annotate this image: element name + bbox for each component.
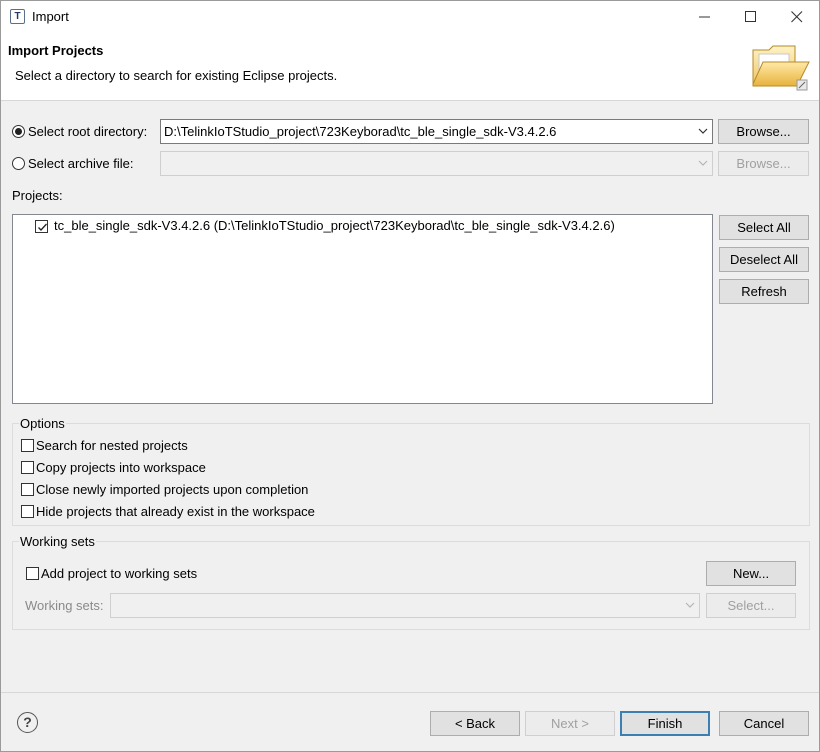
- copy-projects-label: Copy projects into workspace: [36, 460, 206, 475]
- select-working-sets-button[interactable]: Select...: [706, 593, 796, 618]
- footer-divider: [1, 692, 819, 693]
- browse-directory-button[interactable]: Browse...: [718, 119, 809, 144]
- working-sets-title: Working sets: [19, 534, 96, 549]
- archive-file-combo[interactable]: [160, 151, 713, 176]
- select-all-button[interactable]: Select All: [719, 215, 809, 240]
- project-checkbox[interactable]: [35, 220, 48, 233]
- minimize-icon: [699, 16, 710, 18]
- hide-existing-checkbox[interactable]: [21, 505, 34, 518]
- import-dialog: T Import Import Projects Select a direct…: [0, 0, 820, 752]
- new-working-set-button[interactable]: New...: [706, 561, 796, 586]
- project-item-label: tc_ble_single_sdk-V3.4.2.6 (D:\TelinkIoT…: [54, 218, 615, 233]
- window-title: Import: [32, 9, 69, 24]
- projects-list[interactable]: tc_ble_single_sdk-V3.4.2.6 (D:\TelinkIoT…: [12, 214, 713, 404]
- close-icon: [791, 11, 803, 23]
- nested-projects-checkbox[interactable]: [21, 439, 34, 452]
- nested-projects-label: Search for nested projects: [36, 438, 188, 453]
- chevron-down-icon: [698, 160, 708, 166]
- title-bar: T Import: [1, 1, 819, 32]
- maximize-icon: [745, 11, 756, 22]
- projects-label: Projects:: [12, 188, 63, 203]
- cancel-button[interactable]: Cancel: [719, 711, 809, 736]
- back-button[interactable]: < Back: [430, 711, 520, 736]
- next-button[interactable]: Next >: [525, 711, 615, 736]
- working-sets-label: Working sets:: [25, 598, 104, 613]
- chevron-down-icon: [698, 128, 708, 134]
- finish-button[interactable]: Finish: [620, 711, 710, 736]
- checkmark-icon: [38, 223, 47, 231]
- options-title: Options: [19, 416, 66, 431]
- folder-open-icon: [752, 45, 810, 91]
- archive-file-radio[interactable]: [12, 157, 25, 170]
- page-description: Select a directory to search for existin…: [15, 68, 338, 83]
- archive-file-label: Select archive file:: [28, 156, 134, 171]
- browse-archive-button[interactable]: Browse...: [718, 151, 809, 176]
- working-sets-combo[interactable]: [110, 593, 700, 618]
- copy-projects-checkbox[interactable]: [21, 461, 34, 474]
- minimize-button[interactable]: [682, 1, 728, 32]
- help-icon[interactable]: ?: [17, 712, 38, 733]
- root-directory-value: D:\TelinkIoTStudio_project\723Keyborad\t…: [164, 124, 557, 139]
- close-button[interactable]: [774, 1, 820, 32]
- refresh-button[interactable]: Refresh: [719, 279, 809, 304]
- hide-existing-label: Hide projects that already exist in the …: [36, 504, 315, 519]
- deselect-all-button[interactable]: Deselect All: [719, 247, 809, 272]
- app-icon: T: [10, 9, 25, 24]
- close-imported-checkbox[interactable]: [21, 483, 34, 496]
- maximize-button[interactable]: [728, 1, 774, 32]
- wizard-header: Import Projects Select a directory to se…: [1, 32, 819, 101]
- add-to-working-sets-checkbox[interactable]: [26, 567, 39, 580]
- page-title: Import Projects: [8, 43, 104, 58]
- root-directory-radio[interactable]: [12, 125, 25, 138]
- add-to-working-sets-label: Add project to working sets: [41, 566, 198, 581]
- chevron-down-icon: [685, 602, 695, 608]
- close-imported-label: Close newly imported projects upon compl…: [36, 482, 309, 497]
- root-directory-label: Select root directory:: [28, 124, 148, 139]
- root-directory-combo[interactable]: D:\TelinkIoTStudio_project\723Keyborad\t…: [160, 119, 713, 144]
